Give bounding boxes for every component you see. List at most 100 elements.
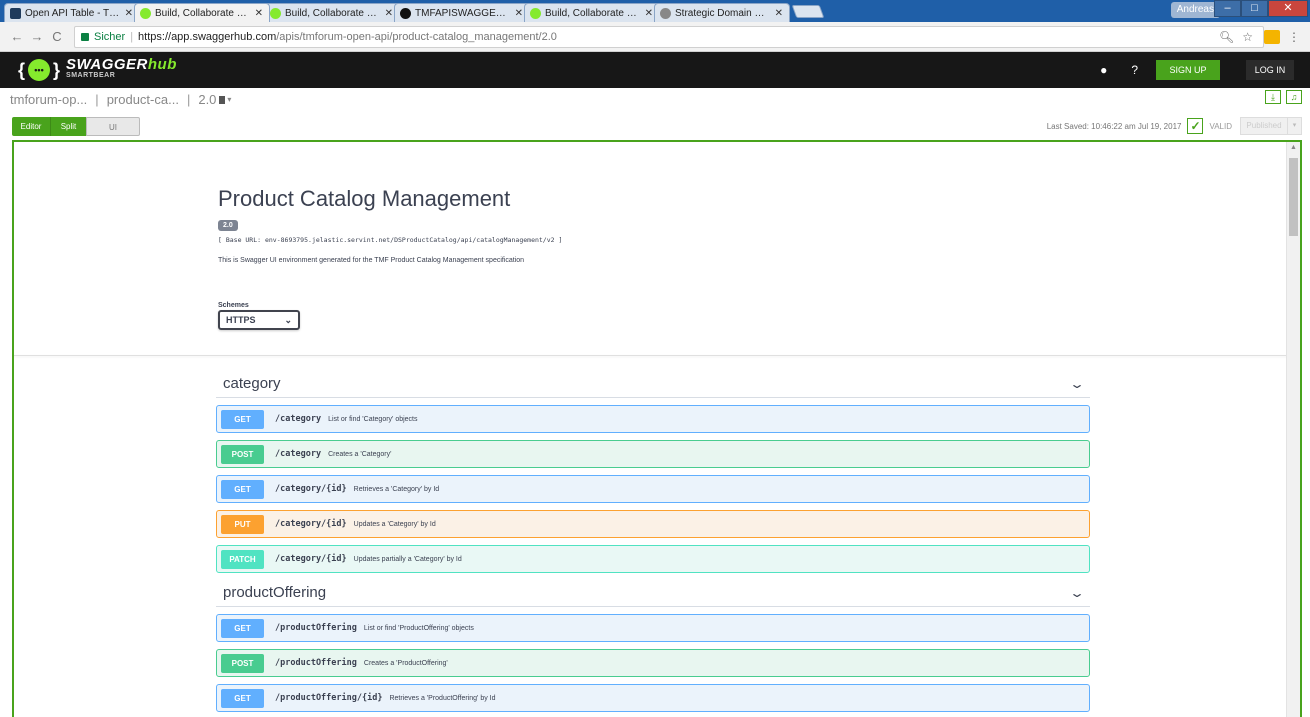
schemes-select[interactable]: HTTPS ⌄ xyxy=(218,310,300,330)
method-badge: GET xyxy=(221,688,264,708)
tab-title: Build, Collaborate & Integ xyxy=(545,7,641,19)
tab-close-icon[interactable]: ✕ xyxy=(645,8,653,19)
logo-main: SWAGGERhub xyxy=(66,57,177,72)
chevron-down-icon[interactable]: ⌄ xyxy=(1069,377,1085,391)
operation-row[interactable]: POST /productOffering Creates a 'Product… xyxy=(216,649,1090,677)
browser-tab[interactable]: TMFAPISWAGGER/swagg ✕ xyxy=(394,3,530,22)
view-toggle: Editor Split UI xyxy=(12,117,140,136)
lock-icon xyxy=(81,32,89,41)
tab-favicon-icon xyxy=(10,7,21,19)
logo-brace-right: } xyxy=(53,59,61,80)
method-badge: GET xyxy=(221,479,264,499)
operation-summary: Retrieves a 'ProductOffering' by Id xyxy=(389,694,496,702)
base-url: [ Base URL: env-8693795.jelastic.servint… xyxy=(218,236,563,244)
url-path: /apis/tmforum-open-api/product-catalog_m… xyxy=(276,30,557,43)
schemes-label: Schemes xyxy=(218,302,249,309)
sign-up-button[interactable]: SIGN UP xyxy=(1156,60,1220,80)
browser-tab[interactable]: Open API Table - TM Foru ✕ xyxy=(4,3,140,22)
secure-label: Sicher xyxy=(94,30,126,43)
tab-close-icon[interactable]: ✕ xyxy=(125,8,133,19)
save-status: Last Saved: 10:46:22 am Jul 19, 2017 ✓ V… xyxy=(1047,117,1302,135)
method-badge: POST xyxy=(221,653,264,673)
menu-dots-icon[interactable]: ⋮ xyxy=(1288,30,1300,44)
browser-tab-strip: Open API Table - TM Foru ✕ Build, Collab… xyxy=(0,0,1310,22)
swaggerhub-header: { ••• } SWAGGERhub SMARTBEAR ● ? SIGN UP… xyxy=(0,52,1310,88)
address-bar-actions: 🔍︎ ☆ xyxy=(1219,30,1263,44)
operation-summary: Retrieves a 'Category' by Id xyxy=(353,485,440,493)
browser-tab[interactable]: Strategic Domain Driven ✕ xyxy=(654,3,790,22)
tab-close-icon[interactable]: ✕ xyxy=(255,8,263,19)
extension-icon[interactable] xyxy=(1264,29,1280,44)
tab-close-icon[interactable]: ✕ xyxy=(385,8,393,19)
breadcrumb-version[interactable]: 2.0 xyxy=(198,92,216,107)
browser-tab[interactable]: Build, Collaborate & Integ ✕ xyxy=(264,3,400,22)
vertical-scrollbar[interactable]: ▲ xyxy=(1286,142,1300,717)
close-window-icon[interactable]: ✕ xyxy=(1268,0,1308,17)
operation-path: /category xyxy=(275,449,322,459)
breadcrumb-owner[interactable]: tmforum-op... xyxy=(10,92,87,107)
maximize-icon[interactable]: □ xyxy=(1241,0,1268,17)
operation-row[interactable]: GET /productOffering List or find 'Produ… xyxy=(216,614,1090,642)
url-separator: | xyxy=(130,30,134,43)
reload-icon[interactable]: C xyxy=(50,29,64,44)
api-description: This is Swagger UI environment generated… xyxy=(218,257,525,264)
browser-tab[interactable]: Build, Collaborate & Integ ✕ xyxy=(524,3,660,22)
minimize-icon[interactable]: – xyxy=(1214,0,1241,17)
tag-group-header-category[interactable]: category ⌄ xyxy=(216,370,1090,398)
operation-summary: List or find 'Category' objects xyxy=(328,415,418,423)
tab-favicon-icon xyxy=(530,7,541,19)
operation-row[interactable]: PUT /category/{id} Updates a 'Category' … xyxy=(216,510,1090,538)
operation-row[interactable]: GET /category List or find 'Category' ob… xyxy=(216,405,1090,433)
browser-actions: ⋮ xyxy=(1264,29,1310,44)
published-button[interactable]: Published xyxy=(1240,117,1288,135)
ui-view-button[interactable]: UI xyxy=(86,117,140,136)
tab-close-icon[interactable]: ✕ xyxy=(775,8,783,19)
help-icon[interactable]: ? xyxy=(1131,63,1138,77)
operation-path: /category/{id} xyxy=(275,554,347,564)
url-input[interactable]: Sicher | https://app.swaggerhub.com /api… xyxy=(74,25,1264,48)
forward-arrow-icon[interactable]: → xyxy=(30,29,44,44)
valid-label: VALID xyxy=(1209,121,1232,131)
download-icon[interactable]: ⤓ xyxy=(1265,90,1281,104)
split-view-button[interactable]: Split xyxy=(50,117,86,136)
back-arrow-icon[interactable]: ← xyxy=(10,29,24,44)
scroll-thumb[interactable] xyxy=(1289,158,1298,236)
chevron-down-icon[interactable]: ▾ xyxy=(227,95,231,104)
operation-row[interactable]: POST /category Creates a 'Category' xyxy=(216,440,1090,468)
operation-path: /productOffering/{id} xyxy=(275,693,383,703)
breadcrumb-api[interactable]: product-ca... xyxy=(107,92,179,107)
published-dropdown-icon[interactable]: ▾ xyxy=(1288,117,1302,135)
breadcrumb-separator: | xyxy=(186,92,191,107)
operation-path: /category/{id} xyxy=(275,484,347,494)
browser-tab-active[interactable]: Build, Collaborate & Integ ✕ xyxy=(134,3,270,22)
tab-close-icon[interactable]: ✕ xyxy=(515,8,523,19)
tab-title: TMFAPISWAGGER/swagg xyxy=(415,7,511,19)
log-in-button[interactable]: LOG IN xyxy=(1246,60,1294,80)
browser-profile-button[interactable]: Andreas xyxy=(1170,2,1220,18)
operation-row[interactable]: PATCH /category/{id} Updates partially a… xyxy=(216,545,1090,573)
tab-title: Open API Table - TM Foru xyxy=(25,7,121,19)
operation-row[interactable]: GET /productOffering/{id} Retrieves a 'P… xyxy=(216,684,1090,712)
logo-dot-icon: ••• xyxy=(28,59,51,81)
operation-path: /productOffering xyxy=(275,623,357,633)
url-host: https://app.swaggerhub.com xyxy=(138,30,277,43)
notification-bell-icon[interactable]: ♫ xyxy=(1286,90,1302,104)
tag-name: category xyxy=(223,375,281,392)
operation-path: /productOffering xyxy=(275,658,357,668)
chat-icon[interactable]: ● xyxy=(1100,63,1107,77)
tag-group-header-productoffering[interactable]: productOffering ⌄ xyxy=(216,579,1090,607)
new-tab-button[interactable] xyxy=(791,5,825,18)
swaggerhub-logo[interactable]: { ••• } SWAGGERhub SMARTBEAR xyxy=(18,57,177,81)
method-badge: PUT xyxy=(221,514,264,534)
bookmark-icon[interactable] xyxy=(219,95,226,104)
tab-title: Build, Collaborate & Integ xyxy=(155,7,251,19)
zoom-icon[interactable]: 🔍︎ xyxy=(1219,30,1234,44)
operations-list: category ⌄ GET /category List or find 'C… xyxy=(216,370,1090,712)
chevron-down-icon[interactable]: ⌄ xyxy=(1069,586,1085,600)
bookmark-star-icon[interactable]: ☆ xyxy=(1242,30,1253,44)
method-badge: PATCH xyxy=(221,549,264,569)
method-badge: POST xyxy=(221,444,264,464)
operation-row[interactable]: GET /category/{id} Retrieves a 'Category… xyxy=(216,475,1090,503)
editor-view-button[interactable]: Editor xyxy=(12,117,50,136)
scroll-up-icon[interactable]: ▲ xyxy=(1287,144,1300,151)
